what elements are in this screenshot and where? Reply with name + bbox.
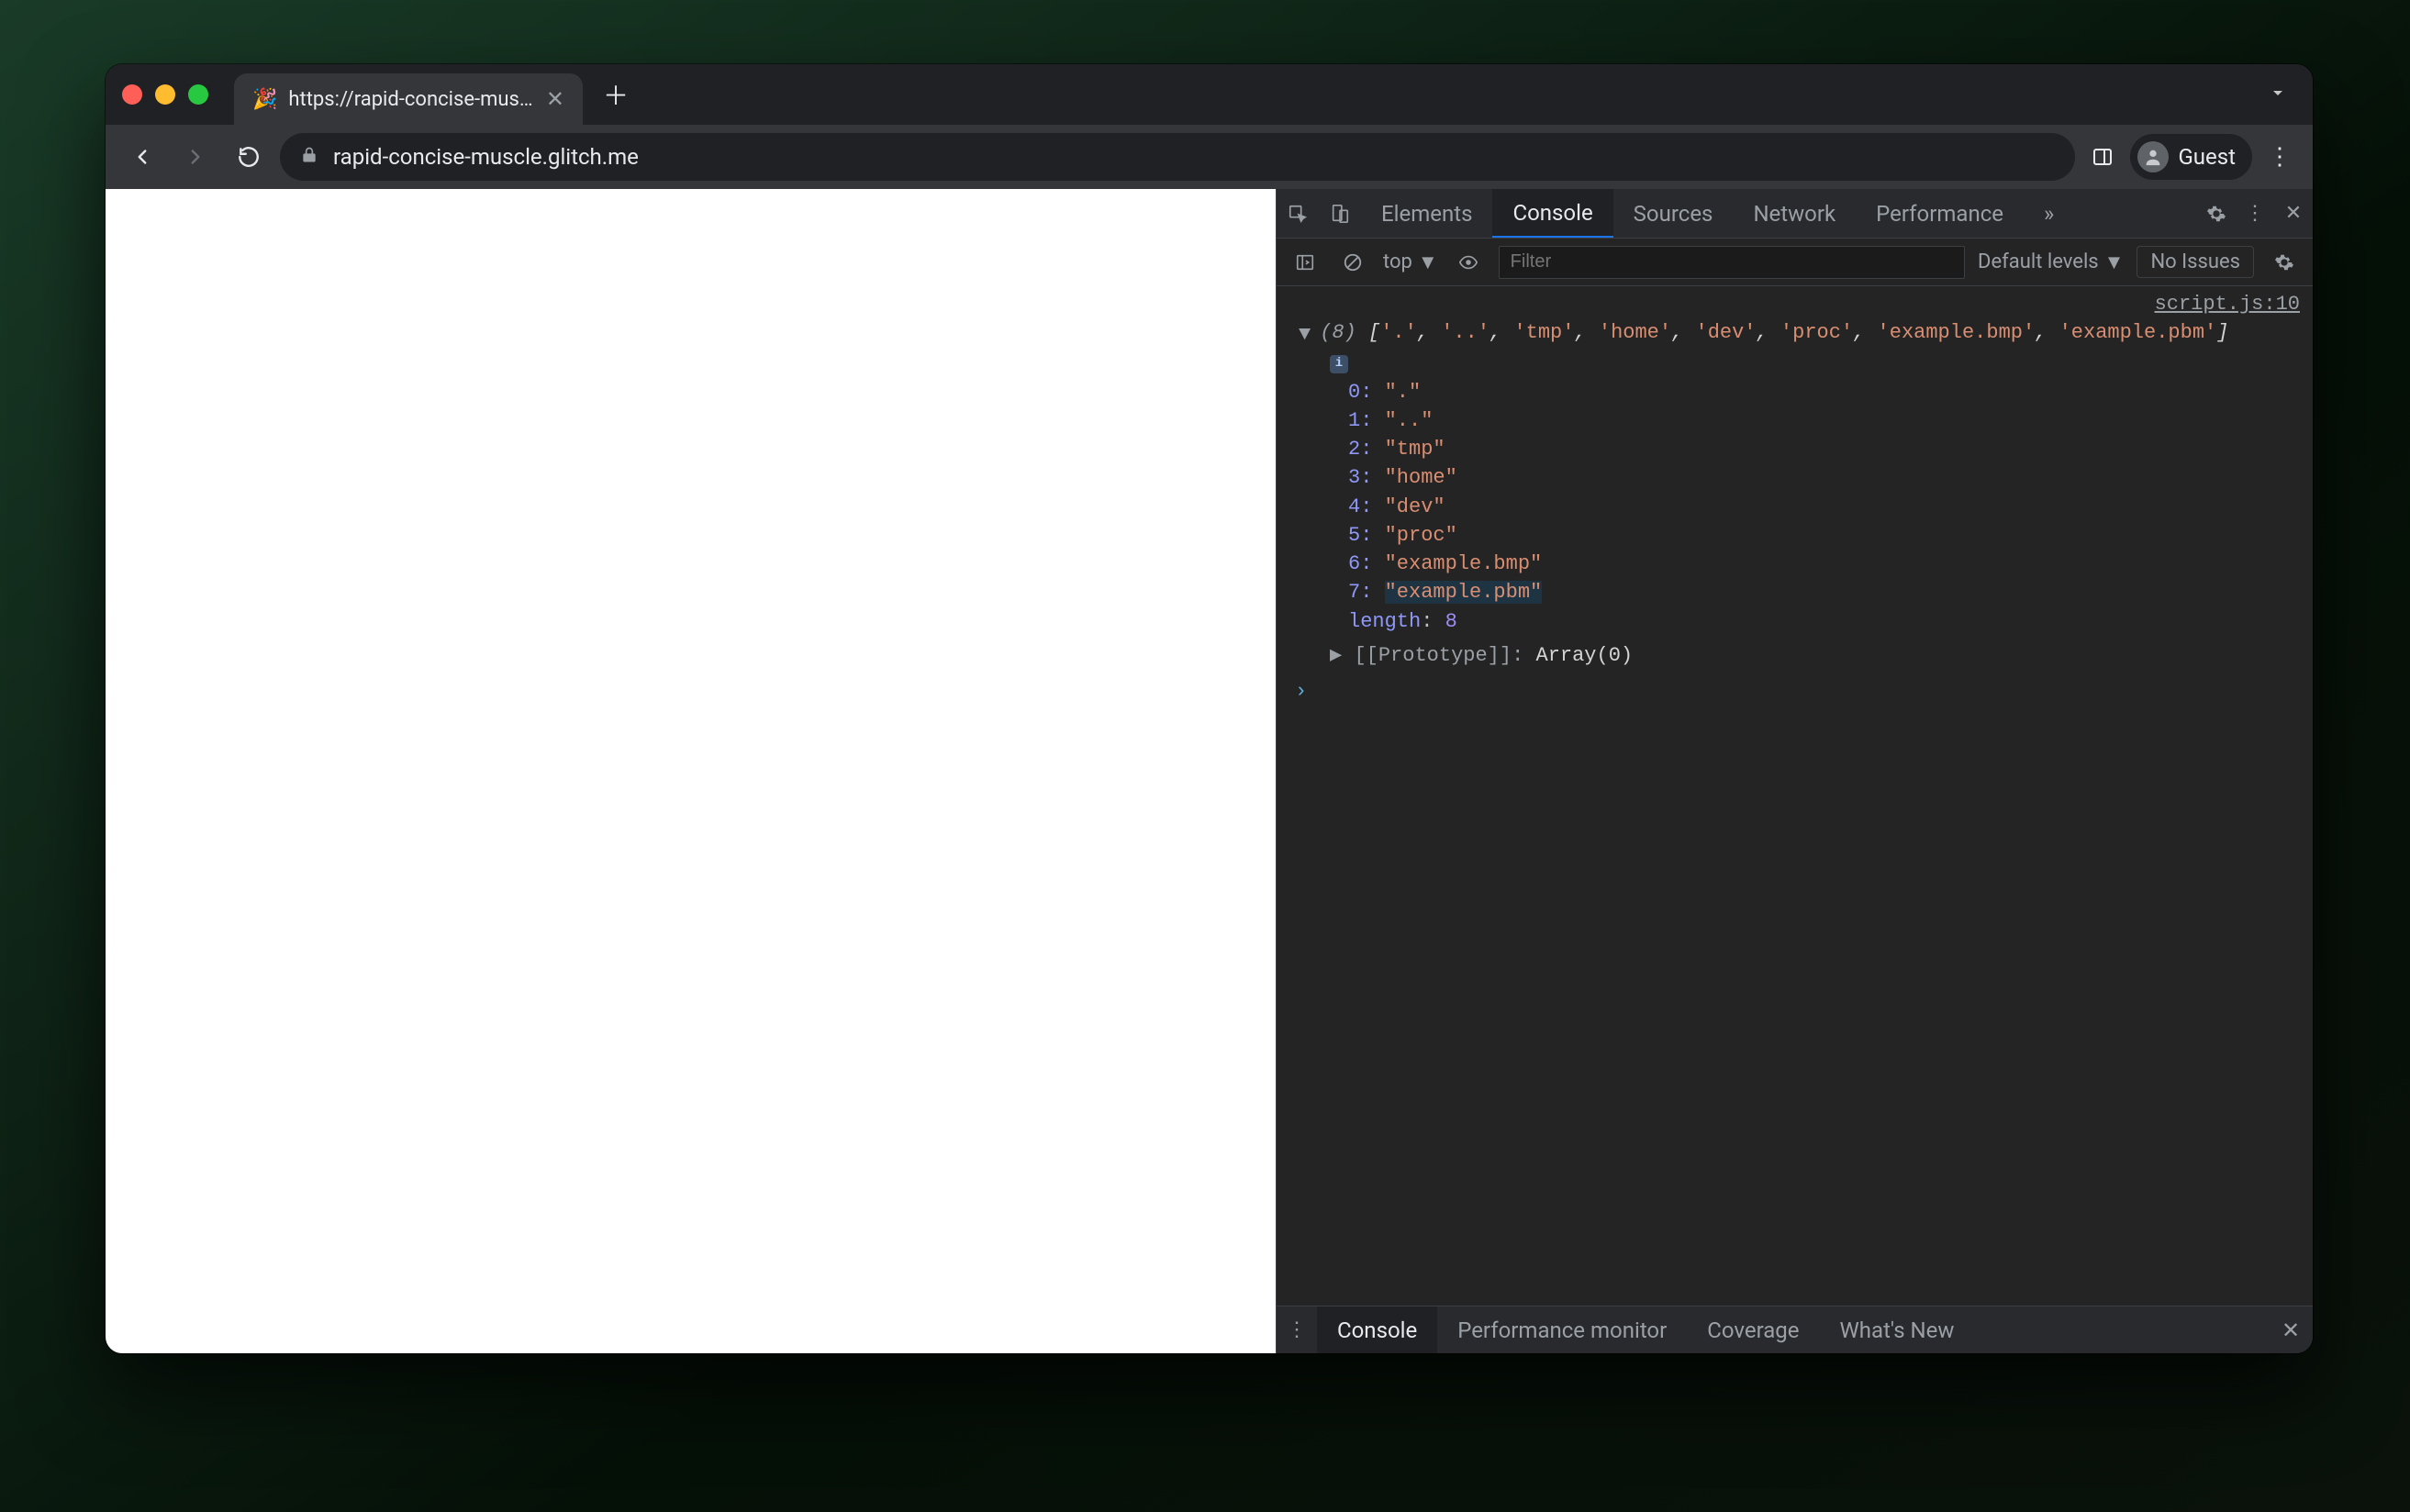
- profile-label: Guest: [2178, 144, 2236, 170]
- device-toggle-icon[interactable]: [1319, 189, 1361, 238]
- console-sidebar-toggle-icon[interactable]: [1288, 245, 1322, 280]
- tab-strip: 🎉 https://rapid-concise-muscle.g… ✕ ＋: [106, 64, 2313, 125]
- tabs-dropdown-icon[interactable]: [2259, 82, 2296, 107]
- devtools-tabbar: Elements Console Sources Network Perform…: [1277, 189, 2313, 239]
- array-length-row: length: 8: [1348, 607, 2313, 636]
- array-entry[interactable]: 2: "tmp": [1348, 435, 2313, 463]
- tab-close-icon[interactable]: ✕: [546, 86, 564, 112]
- tab-network[interactable]: Network: [1733, 189, 1856, 238]
- drawer-tab-coverage[interactable]: Coverage: [1687, 1306, 1819, 1353]
- chrome-menu-icon[interactable]: ⋮: [2261, 139, 2298, 175]
- side-panel-icon[interactable]: [2084, 139, 2121, 175]
- array-entry[interactable]: 1: "..": [1348, 406, 2313, 435]
- drawer-tab-console[interactable]: Console: [1317, 1306, 1437, 1353]
- tab-favicon: 🎉: [252, 88, 277, 111]
- console-toolbar: top ▼ Default levels ▼ No Issues: [1277, 239, 2313, 286]
- browser-toolbar: rapid-concise-muscle.glitch.me Guest ⋮: [106, 125, 2313, 189]
- drawer-tab-perfmon[interactable]: Performance monitor: [1437, 1306, 1687, 1353]
- tab-performance[interactable]: Performance: [1856, 189, 2024, 238]
- tab-title: https://rapid-concise-muscle.g…: [288, 88, 534, 111]
- profile-button[interactable]: Guest: [2130, 134, 2252, 180]
- filter-input[interactable]: [1499, 246, 1965, 279]
- devtools-menu-icon[interactable]: ⋮: [2236, 189, 2274, 238]
- drawer-close-icon[interactable]: ✕: [2269, 1306, 2313, 1353]
- browser-tab[interactable]: 🎉 https://rapid-concise-muscle.g… ✕: [234, 73, 583, 125]
- expand-triangle-icon[interactable]: ▼: [1299, 320, 1311, 349]
- array-count: (8): [1320, 321, 1356, 344]
- tab-console[interactable]: Console: [1492, 189, 1612, 238]
- context-label: top: [1383, 250, 1412, 273]
- tab-sources[interactable]: Sources: [1613, 189, 1734, 238]
- new-tab-button[interactable]: ＋: [596, 74, 636, 115]
- devtools-settings-icon[interactable]: [2197, 189, 2236, 238]
- avatar-icon: [2137, 141, 2169, 172]
- inspect-element-icon[interactable]: [1277, 189, 1319, 238]
- reload-button[interactable]: [227, 135, 271, 179]
- console-filter: [1499, 246, 1965, 279]
- back-button[interactable]: [120, 135, 164, 179]
- window-controls: [122, 84, 208, 105]
- prototype-label: [[Prototype]]: [1354, 644, 1512, 667]
- source-link[interactable]: script.js:10: [1277, 286, 2313, 318]
- window-minimize-button[interactable]: [155, 84, 175, 105]
- devtools-drawer: ⋮ Console Performance monitor Coverage W…: [1277, 1306, 2313, 1353]
- drawer-menu-icon[interactable]: ⋮: [1277, 1306, 1317, 1353]
- array-preview: ['.', '..', 'tmp', 'home', 'dev', 'proc'…: [1368, 321, 2228, 344]
- chevron-down-icon: ▼: [2104, 250, 2125, 274]
- devtools-panel: Elements Console Sources Network Perform…: [1276, 189, 2313, 1353]
- collapse-triangle-icon[interactable]: ▶: [1330, 644, 1342, 667]
- tab-elements[interactable]: Elements: [1361, 189, 1492, 238]
- array-entries: 0: "."1: ".."2: "tmp"3: "home"4: "dev"5:…: [1277, 376, 2313, 641]
- forward-button[interactable]: [173, 135, 218, 179]
- log-levels-selector[interactable]: Default levels ▼: [1978, 250, 2124, 274]
- drawer-tab-whatsnew[interactable]: What's New: [1820, 1306, 1975, 1353]
- array-entry[interactable]: 7: "example.pbm": [1348, 578, 2313, 606]
- window-close-button[interactable]: [122, 84, 142, 105]
- address-bar[interactable]: rapid-concise-muscle.glitch.me: [280, 133, 2075, 181]
- console-settings-icon[interactable]: [2267, 245, 2302, 280]
- levels-label: Default levels: [1978, 250, 2099, 273]
- lock-icon: [300, 146, 318, 169]
- array-entry[interactable]: 4: "dev": [1348, 493, 2313, 521]
- array-entry[interactable]: 0: ".": [1348, 378, 2313, 406]
- console-output[interactable]: script.js:10 ▼ (8) ['.', '..', 'tmp', 'h…: [1277, 286, 2313, 1306]
- live-expression-icon[interactable]: [1451, 245, 1486, 280]
- prototype-value: Array(0): [1536, 644, 1634, 667]
- chrome-window: 🎉 https://rapid-concise-muscle.g… ✕ ＋ ra…: [106, 64, 2313, 1353]
- clear-console-icon[interactable]: [1335, 245, 1370, 280]
- array-summary-row[interactable]: ▼ (8) ['.', '..', 'tmp', 'home', 'dev', …: [1277, 318, 2313, 347]
- chevron-down-icon: ▼: [1418, 250, 1438, 274]
- url-text: rapid-concise-muscle.glitch.me: [333, 144, 639, 170]
- array-entry[interactable]: 6: "example.bmp": [1348, 550, 2313, 578]
- array-entry[interactable]: 3: "home": [1348, 463, 2313, 492]
- prototype-row[interactable]: ▶ [[Prototype]]: Array(0): [1277, 641, 2313, 670]
- info-badge-icon[interactable]: i: [1330, 355, 1348, 373]
- issues-button[interactable]: No Issues: [2137, 246, 2254, 278]
- window-maximize-button[interactable]: [188, 84, 208, 105]
- tab-more[interactable]: »: [2024, 189, 2074, 238]
- execution-context-selector[interactable]: top ▼: [1383, 250, 1438, 274]
- array-entry[interactable]: 5: "proc": [1348, 521, 2313, 550]
- devtools-close-icon[interactable]: ✕: [2274, 189, 2313, 238]
- page-viewport[interactable]: [106, 189, 1276, 1353]
- console-prompt[interactable]: ›: [1277, 670, 2313, 706]
- content-row: Elements Console Sources Network Perform…: [106, 189, 2313, 1353]
